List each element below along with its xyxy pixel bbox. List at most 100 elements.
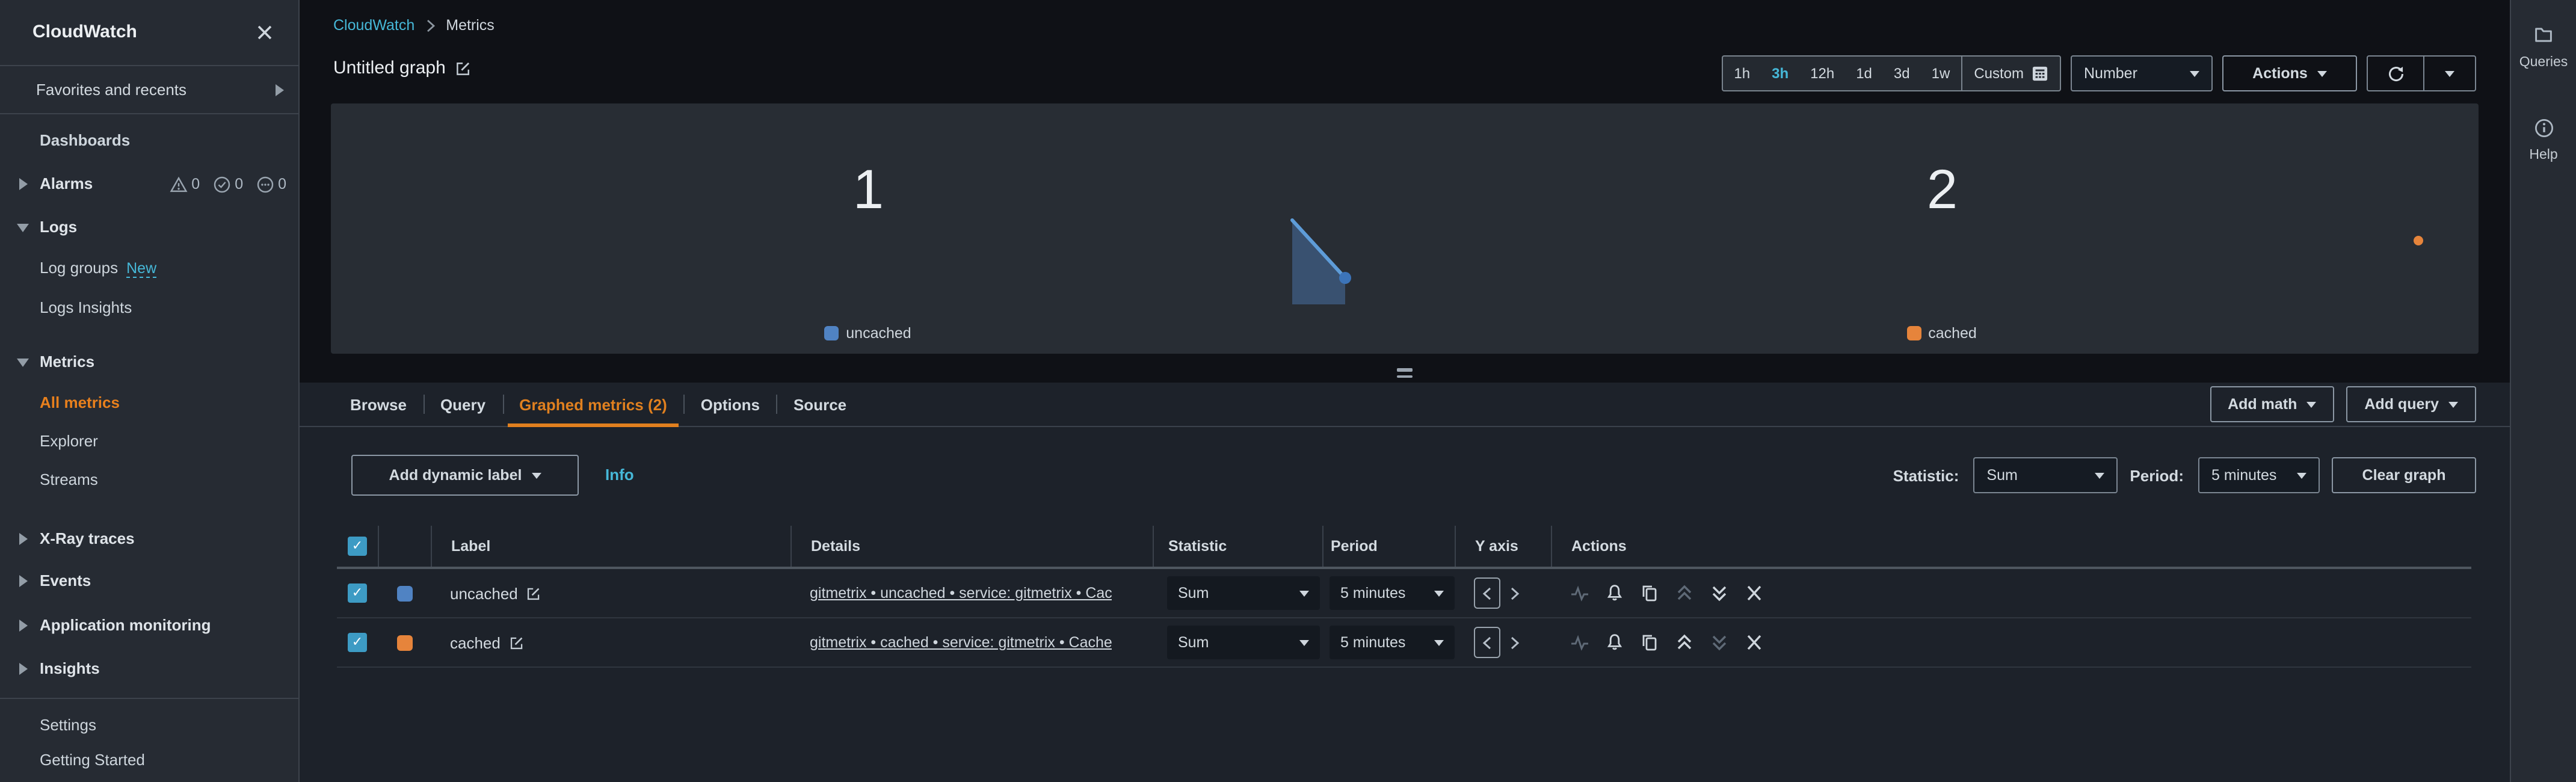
statistic-label: Statistic:: [1893, 466, 1959, 484]
chevron-down-icon: [2448, 401, 2458, 407]
time-range-12h[interactable]: 12h: [1799, 57, 1845, 90]
sidebar-item-insights[interactable]: Insights: [0, 653, 298, 685]
tab-options[interactable]: Options: [683, 383, 777, 426]
metric-label: cached: [450, 633, 501, 651]
alarm-ok-icon: [214, 176, 230, 192]
yaxis-column-header: Y axis: [1455, 526, 1551, 567]
move-down-icon[interactable]: [1710, 633, 1729, 652]
tab-browse[interactable]: Browse: [333, 383, 424, 426]
chevron-right-icon: [19, 178, 28, 190]
metric-details-link[interactable]: gitmetrix • uncached • service: gitmetri…: [810, 585, 1112, 602]
chevron-down-icon: [2297, 472, 2306, 478]
color-column-header: [378, 526, 431, 567]
panel-resize-handle[interactable]: [1397, 368, 1413, 381]
alarm-badges: 0 0 0: [170, 168, 286, 200]
close-icon[interactable]: [255, 23, 274, 42]
refresh-button[interactable]: [2367, 55, 2424, 91]
add-query-button[interactable]: Add query: [2346, 386, 2476, 422]
duplicate-icon[interactable]: [1640, 633, 1659, 652]
row-period-select[interactable]: 5 minutes: [1330, 626, 1455, 659]
graph-controls: 1h 3h 12h 1d 3d 1w Custom Number Actions: [1722, 55, 2476, 91]
metrics-bottom-panel: Browse Query Graphed metrics (2) Options…: [300, 383, 2510, 782]
sidebar-item-metrics[interactable]: Metrics: [0, 346, 298, 378]
main-content: CloudWatch Metrics Untitled graph 1h 3h …: [300, 0, 2510, 782]
time-range-1d[interactable]: 1d: [1845, 57, 1883, 90]
series-color-swatch[interactable]: [396, 635, 412, 650]
graph-pulse-icon[interactable]: [1570, 583, 1589, 603]
actions-button[interactable]: Actions: [2222, 55, 2357, 91]
refresh-options-button[interactable]: [2424, 55, 2476, 91]
sidebar-item-streams[interactable]: Streams: [0, 464, 298, 496]
remove-icon[interactable]: [1745, 633, 1764, 652]
row-statistic-select[interactable]: Sum: [1167, 626, 1320, 659]
period-select[interactable]: 5 minutes: [2198, 457, 2320, 493]
legend-cached[interactable]: cached: [1405, 325, 2479, 342]
sidebar-item-settings[interactable]: Settings: [0, 710, 298, 741]
time-range-1h[interactable]: 1h: [1723, 57, 1761, 90]
add-math-button[interactable]: Add math: [2210, 386, 2335, 422]
time-range-1w[interactable]: 1w: [1921, 57, 1961, 90]
number-widget-cached: 2 cached: [1405, 103, 2479, 354]
help-panel-button[interactable]: Help: [2511, 118, 2576, 162]
tab-source[interactable]: Source: [776, 383, 863, 426]
move-down-icon[interactable]: [1710, 583, 1729, 603]
row-period-select[interactable]: 5 minutes: [1330, 576, 1455, 610]
row-checkbox[interactable]: ✓: [348, 633, 367, 652]
tab-actions: Add math Add query: [2210, 386, 2476, 422]
yaxis-right-button[interactable]: [1505, 579, 1524, 608]
remove-icon[interactable]: [1745, 583, 1764, 603]
tab-query[interactable]: Query: [423, 383, 502, 426]
tab-graphed-metrics[interactable]: Graphed metrics (2): [502, 383, 684, 427]
metric-value-cached: 2: [1926, 158, 1958, 220]
yaxis-left-button[interactable]: [1474, 577, 1500, 609]
sidebar-title: CloudWatch: [32, 22, 137, 42]
edit-icon[interactable]: [526, 585, 542, 601]
row-checkbox[interactable]: ✓: [348, 583, 367, 603]
add-dynamic-label-button[interactable]: Add dynamic label: [351, 455, 579, 496]
chevron-down-icon: [2306, 401, 2317, 407]
sidebar-item-dashboards[interactable]: Dashboards: [0, 125, 298, 156]
queries-icon: [2535, 28, 2552, 42]
time-range-3d[interactable]: 3d: [1883, 57, 1921, 90]
sidebar-item-explorer[interactable]: Explorer: [0, 426, 298, 457]
sidebar-item-getting-started[interactable]: Getting Started: [0, 745, 298, 776]
view-type-select[interactable]: Number: [2071, 55, 2213, 91]
move-up-icon[interactable]: [1675, 633, 1694, 652]
alarm-warning-icon: [170, 176, 188, 192]
legend-uncached[interactable]: uncached: [331, 325, 1405, 342]
sidebar-item-events[interactable]: Events: [0, 565, 298, 597]
new-badge[interactable]: New: [126, 260, 157, 278]
sidebar-item-logs-insights[interactable]: Logs Insights: [0, 292, 298, 324]
metric-details-link[interactable]: gitmetrix • cached • service: gitmetrix …: [810, 634, 1112, 651]
create-alarm-bell-icon[interactable]: [1605, 583, 1624, 603]
sidebar-item-alarms[interactable]: Alarms 0 0 0: [0, 168, 298, 200]
create-alarm-bell-icon[interactable]: [1605, 633, 1624, 652]
queries-panel-button[interactable]: Queries: [2511, 24, 2576, 70]
row-statistic-select[interactable]: Sum: [1167, 576, 1320, 610]
move-up-icon[interactable]: [1675, 583, 1694, 603]
info-link[interactable]: Info: [605, 466, 634, 484]
select-all-checkbox[interactable]: ✓: [348, 537, 367, 556]
sidebar-item-xray-traces[interactable]: X-Ray traces: [0, 523, 298, 555]
yaxis-right-button[interactable]: [1505, 628, 1524, 657]
series-color-swatch[interactable]: [396, 585, 412, 601]
yaxis-left-button[interactable]: [1474, 627, 1500, 658]
edit-icon[interactable]: [509, 635, 525, 650]
sidebar-item-favorites[interactable]: Favorites and recents: [0, 66, 298, 113]
statistic-select[interactable]: Sum: [1973, 457, 2118, 493]
sidebar-item-logs[interactable]: Logs: [0, 212, 298, 243]
sidebar-item-application-monitoring[interactable]: Application monitoring: [0, 610, 298, 641]
duplicate-icon[interactable]: [1640, 583, 1659, 603]
refresh-split-button: [2367, 55, 2476, 91]
cloudwatch-app: CloudWatch Favorites and recents Dashboa…: [0, 0, 2576, 782]
breadcrumb-cloudwatch-link[interactable]: CloudWatch: [333, 17, 414, 34]
edit-icon[interactable]: [455, 60, 472, 76]
sidebar-item-log-groups[interactable]: Log groups New: [0, 253, 298, 284]
sidebar-item-all-metrics[interactable]: All metrics: [0, 387, 298, 419]
clear-graph-button[interactable]: Clear graph: [2332, 457, 2476, 493]
refresh-icon: [2388, 66, 2403, 81]
time-range-custom[interactable]: Custom: [1962, 57, 2060, 90]
graph-pulse-icon[interactable]: [1570, 633, 1589, 652]
sparkline-fragment: [1290, 218, 1351, 304]
time-range-3h[interactable]: 3h: [1761, 57, 1799, 90]
